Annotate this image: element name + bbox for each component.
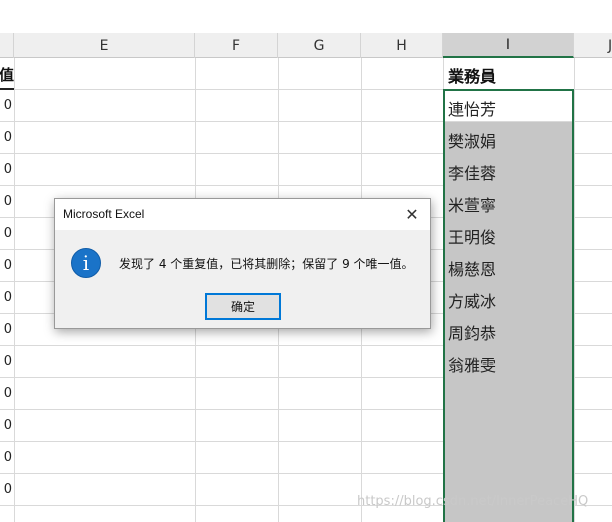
message-dialog: Microsoft Excel ✕ i 发现了 4 个重复值，已将其删除；保留了… — [54, 198, 431, 329]
dialog-titlebar[interactable]: Microsoft Excel ✕ — [55, 199, 430, 230]
cell-D-value[interactable]: 0 — [0, 482, 12, 497]
cell-I-value[interactable]: 方威冰 — [448, 284, 570, 316]
ok-button[interactable]: 确定 — [205, 293, 281, 320]
cell-D-value[interactable]: 0 — [0, 258, 12, 273]
cell-I-value[interactable]: 周鈞恭 — [448, 316, 570, 348]
cell-D-value[interactable]: 0 — [0, 450, 12, 465]
column-D-header-cell[interactable]: 值 — [0, 60, 14, 90]
cell-D-value[interactable]: 0 — [0, 194, 12, 209]
column-I-header-cell[interactable]: 業務員 — [448, 60, 496, 90]
cell-D-value[interactable]: 0 — [0, 98, 12, 113]
gridline — [574, 58, 575, 522]
cell-I-value[interactable]: 翁雅雯 — [448, 348, 570, 380]
cell-D-value[interactable]: 0 — [0, 162, 12, 177]
watermark: https://blog.csdn.net/InnerPeaceHQ — [357, 494, 589, 509]
cell-I-value[interactable]: 李佳蓉 — [448, 156, 570, 188]
cell-D-value[interactable]: 0 — [0, 322, 12, 337]
gridline — [14, 58, 15, 522]
dialog-message: 发现了 4 个重复值，已将其删除；保留了 9 个唯一值。 — [119, 257, 414, 271]
cell-I-value[interactable]: 王明俊 — [448, 220, 570, 252]
cell-D-value[interactable]: 0 — [0, 418, 12, 433]
cell-D-value[interactable]: 0 — [0, 290, 12, 305]
cell-D-value[interactable]: 0 — [0, 130, 12, 145]
column-header-G[interactable]: G — [278, 33, 361, 58]
spreadsheet: E F G H I J 值 0 0 0 0 0 0 0 0 0 0 0 0 0 … — [0, 0, 612, 522]
column-header-bar: E F G H I J — [0, 0, 612, 58]
close-icon[interactable]: ✕ — [396, 199, 428, 230]
cell-I-value[interactable]: 米萱寧 — [448, 188, 570, 220]
info-icon: i — [71, 248, 101, 278]
cell-I-value[interactable]: 楊慈恩 — [448, 252, 570, 284]
column-header-F[interactable]: F — [195, 33, 278, 58]
formula-area-blank — [0, 0, 612, 33]
column-header-I[interactable]: I — [443, 33, 574, 58]
column-header-J[interactable]: J — [574, 33, 612, 58]
dialog-title: Microsoft Excel — [63, 207, 145, 221]
column-header-D[interactable] — [0, 33, 14, 58]
cell-D-value[interactable]: 0 — [0, 386, 12, 401]
column-header-E[interactable]: E — [14, 33, 195, 58]
cell-D-value[interactable]: 0 — [0, 226, 12, 241]
cell-I-value[interactable]: 連怡芳 — [448, 92, 570, 124]
cell-D-value[interactable]: 0 — [0, 354, 12, 369]
cell-I-value[interactable]: 樊淑娟 — [448, 124, 570, 156]
column-header-H[interactable]: H — [361, 33, 443, 58]
